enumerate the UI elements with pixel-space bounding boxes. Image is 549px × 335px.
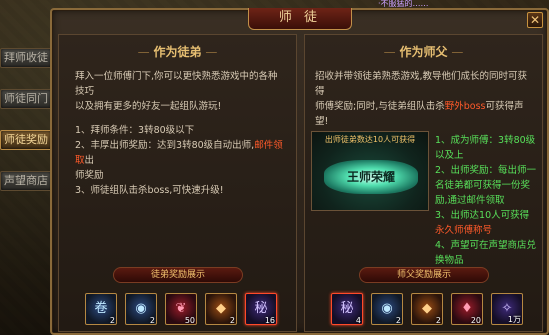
apprentice-rule-1: 1、拜师条件：3转80级以下 [75,125,195,136]
reward-qty: 2 [229,316,235,325]
master-reward-list: 秘 4 ◉ 2 ◆ 2 ♦ 20 ✧ 1万 [331,293,526,327]
master-panel-title: — 作为师父 — [305,43,542,61]
apprentice-rule-2-line2: 师奖励 [75,170,104,181]
apprentice-panel-title: — 作为徒弟 — [59,43,296,61]
master-title-logo: 王师荣耀 [324,160,418,194]
apprentice-reward-list: 卷 2 ◉ 2 ❦ 50 ◆ 2 秘 16 [85,293,280,327]
reward-qty: 16 [264,316,275,325]
title-ornament-left: — [137,45,154,59]
master-rule-line: 3、出师达10人可获得 [435,210,530,221]
reward-qty: 2 [395,316,401,325]
blue-orb-icon[interactable]: ◉ 2 [125,293,157,325]
apprentice-rule-3: 3、师徒组队击杀boss,可快速升级! [75,185,224,196]
apprentice-reward-title: 徒弟奖励展示 [113,267,243,283]
sidebar: 拜师收徒 师徒同门 师徒奖励 声望商店 [0,48,54,212]
banner-caption: 出师徒弟数达10人可获得 [324,135,416,144]
apprentice-rules: 1、拜师条件：3转80级以下 2、丰厚出师奖励：达到3转80级自动出师,邮件领取… [75,123,285,198]
apprentice-intro-line1: 拜入一位师傅门下,你可以更快熟悉游戏中的各种技巧 [75,71,278,97]
apprentice-title-text: 作为徒弟 [153,45,202,59]
master-rule-line: 1、成为师傅：3转80级 [435,135,536,146]
master-intro-line1: 招收并带领徒弟熟悉游戏,教导他们成长的同时可获得 [315,71,528,97]
master-title-text: 作为师父 [399,45,448,59]
master-intro: 招收并带领徒弟熟悉游戏,教导他们成长的同时可获得 师傅奖励;同时,与徒弟组队击杀… [315,69,535,129]
sidebar-tab-rewards[interactable]: 师徒奖励 [0,130,52,150]
red-fruit-icon[interactable]: ❦ 50 [165,293,197,325]
sidebar-tab-recruit[interactable]: 拜师收徒 [0,48,52,68]
window-title: 师 徒 [248,8,352,30]
master-rule-line: 名徒弟都可获得一份奖 [435,180,531,191]
apprentice-rule-2: 2、丰厚出师奖励：达到3转80级自动出师,邮件领取出 [75,138,285,168]
title-ornament-left: — [383,45,400,59]
reputation-icon[interactable]: ✧ 1万 [491,293,523,325]
orange-crystal-icon[interactable]: ◆ 2 [411,293,443,325]
top-hud-text: ·不服猛的…… [378,0,429,8]
master-rule-line: 以及上 [435,150,464,161]
master-rules: 1、成为师傅：3转80级 以及上 2、出师奖励：每出师一 名徒弟都可获得一份奖 … [435,133,537,268]
mentor-window: 师 徒 ✕ — 作为徒弟 — 拜入一位师傅门下,你可以更快熟悉游戏中的各种技巧 … [50,8,549,335]
master-rule-line: 励,通过邮件领取 [435,195,505,206]
close-button[interactable]: ✕ [527,12,543,28]
title-ornament-right: — [447,45,464,59]
master-intro-line2-highlight: 野外boss [444,101,486,112]
reward-qty: 2 [149,316,155,325]
master-rule-line: 2、出师奖励：每出师一 [435,165,537,176]
master-panel: — 作为师父 — 招收并带领徒弟熟悉游戏,教导他们成长的同时可获得 师傅奖励;同… [304,34,543,332]
blue-orb-scroll-icon[interactable]: 卷 2 [85,293,117,325]
purple-scroll-icon[interactable]: 秘 4 [331,293,363,325]
sidebar-tab-fellows[interactable]: 师徒同门 [0,89,52,109]
apprentice-intro-line2: 以及拥有更多的好友一起组队游玩! [75,101,222,112]
orange-crystal-icon[interactable]: ◆ 2 [205,293,237,325]
red-gem-icon[interactable]: ♦ 20 [451,293,483,325]
reward-qty: 2 [109,316,115,325]
reward-qty: 1万 [507,315,521,324]
master-reward-title: 师父奖励展示 [359,267,489,283]
reward-qty: 4 [355,316,361,325]
reward-qty: 2 [435,316,441,325]
master-intro-line2: 师傅奖励;同时,与徒弟组队击杀野外boss可获得声望! [315,99,535,129]
title-ornament-right: — [201,45,218,59]
master-rule-line: 永久师傅称号 [435,225,493,236]
apprentice-panel: — 作为徒弟 — 拜入一位师傅门下,你可以更快熟悉游戏中的各种技巧 以及拥有更多… [58,34,297,332]
reward-qty: 20 [470,316,481,325]
apprentice-rule-2-suffix: 出 [84,155,95,166]
blue-orb-icon[interactable]: ◉ 2 [371,293,403,325]
game-screen: ·不服猛的…… 拜师收徒 师徒同门 师徒奖励 声望商店 师 徒 ✕ — 作为徒弟… [0,0,549,335]
apprentice-rule-2-prefix: 2、丰厚出师奖励：达到3转80级自动出师, [75,140,255,151]
master-rule-line: 换物品 [435,255,464,266]
master-intro-line2-prefix: 师傅奖励;同时,与徒弟组队击杀 [315,101,445,112]
sidebar-tab-shop[interactable]: 声望商店 [0,171,52,191]
master-rule-line: 4、声望可在声望商店兑 [435,240,537,251]
purple-scroll-icon[interactable]: 秘 16 [245,293,277,325]
reward-qty: 50 [184,316,195,325]
master-title-banner: 出师徒弟数达10人可获得 王师荣耀 [311,131,429,211]
apprentice-intro: 拜入一位师傅门下,你可以更快熟悉游戏中的各种技巧 以及拥有更多的好友一起组队游玩… [75,69,285,114]
